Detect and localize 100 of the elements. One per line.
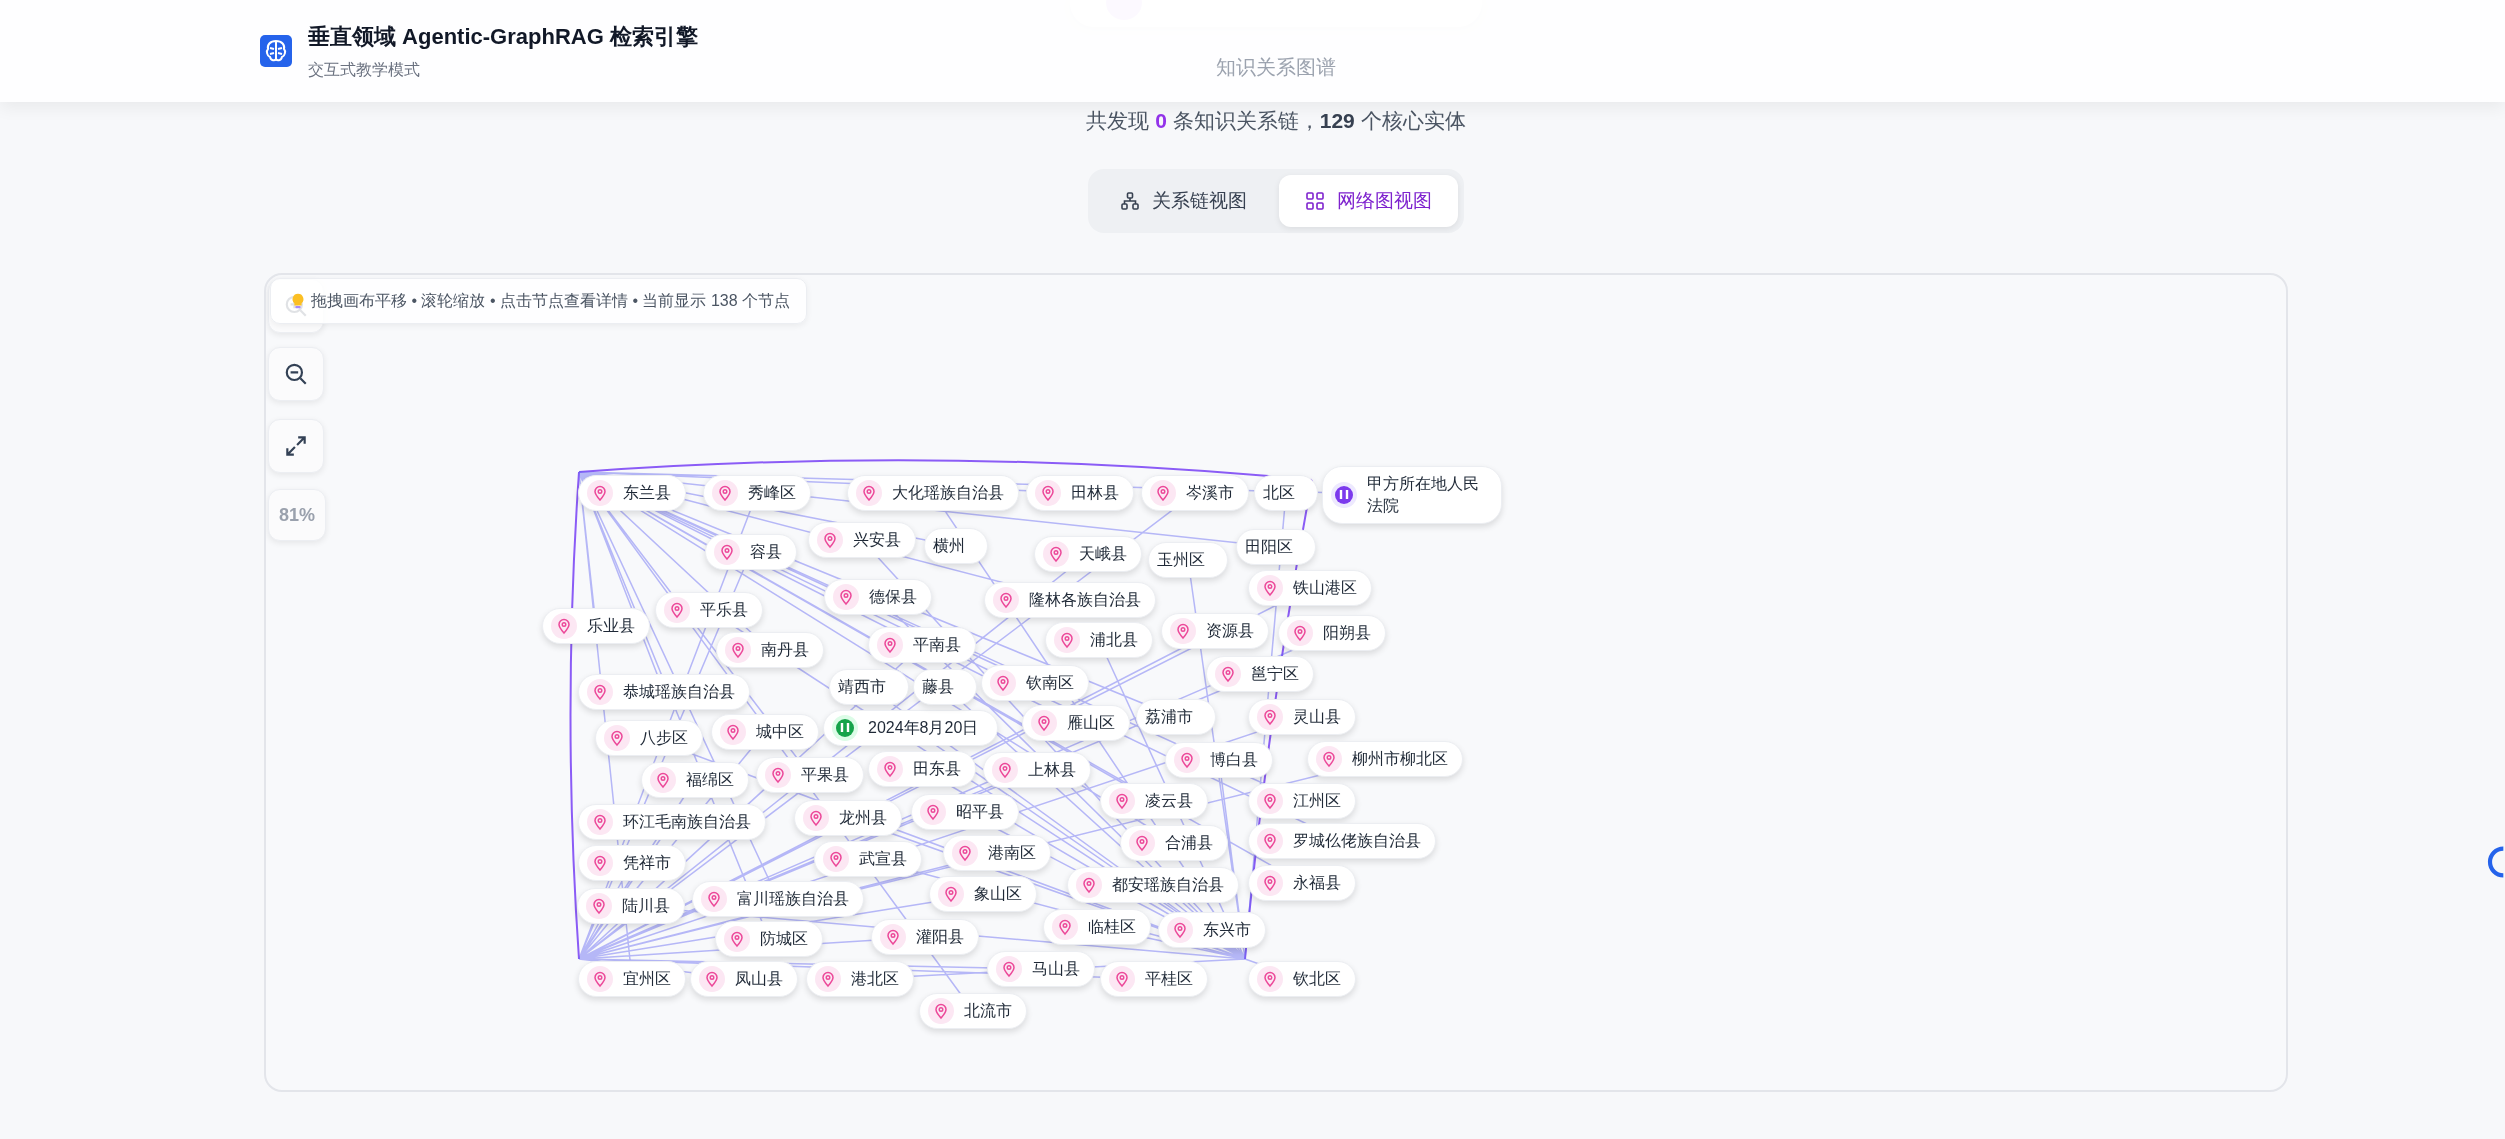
graph-node[interactable]: 大化瑶族自治县 [847,475,1019,511]
pin-icon [587,679,613,705]
pin-icon [880,924,906,950]
graph-node[interactable]: 永福县 [1248,865,1356,901]
pin-icon [877,756,903,782]
graph-node[interactable]: 阳朔县 [1278,615,1386,651]
pin-icon [1257,966,1283,992]
graph-node[interactable]: 合浦县 [1120,825,1228,861]
graph-node[interactable]: 钦南区 [981,665,1089,701]
graph-node[interactable]: 平桂区 [1100,961,1208,997]
pin-icon [720,719,746,745]
pin-icon [587,809,613,835]
graph-node[interactable]: 凭祥市 [578,845,686,881]
graph-node[interactable]: 靖西市 [829,669,909,705]
graph-node[interactable]: 平南县 [868,627,976,663]
graph-node[interactable]: 铁山港区 [1248,570,1372,606]
view-tab[interactable]: 关系链视图 [1094,175,1273,227]
pin-icon [1150,480,1176,506]
graph-node[interactable]: 柳州市柳北区 [1307,741,1463,777]
pin-icon [1035,480,1061,506]
graph-node[interactable]: 江州区 [1248,783,1356,819]
graph-node[interactable]: 博白县 [1165,742,1273,778]
graph-node[interactable]: 平果县 [756,757,864,793]
graph-node[interactable]: 2024年8月20日 [823,710,998,746]
pin-icon [765,762,791,788]
pin-icon [604,725,630,751]
pin-icon [938,881,964,907]
graph-node[interactable]: 兴安县 [808,522,916,558]
pin-icon [1287,620,1313,646]
graph-node[interactable]: 凌云县 [1100,783,1208,819]
graph-node[interactable]: 田东县 [868,751,976,787]
fit-view-button[interactable] [268,419,324,473]
graph-node[interactable]: 北区 [1254,475,1318,511]
pin-icon [833,584,859,610]
graph-node[interactable]: 陆川县 [577,888,685,924]
graph-node[interactable]: 甲方所在地人民法院 [1322,466,1502,524]
graph-node[interactable]: 罗城仫佬族自治县 [1248,823,1436,859]
graph-node[interactable]: 浦北县 [1045,622,1153,658]
graph-node[interactable]: 乐业县 [542,608,650,644]
graph-node[interactable]: 天峨县 [1034,536,1142,572]
graph-node[interactable]: 岑溪市 [1141,475,1249,511]
graph-node[interactable]: 田林县 [1026,475,1134,511]
graph-node[interactable]: 邕宁区 [1206,656,1314,692]
graph-node[interactable]: 玉州区 [1148,542,1228,578]
graph-node[interactable]: 灵山县 [1248,699,1356,735]
graph-node[interactable]: 富川瑶族自治县 [692,881,864,917]
pin-icon [817,527,843,553]
graph-node[interactable]: 港北区 [806,961,914,997]
graph-node[interactable]: 藤县 [913,669,977,705]
pin-icon [1174,747,1200,773]
pin-icon [701,886,727,912]
graph-node[interactable]: 都安瑶族自治县 [1067,867,1239,903]
graph-node[interactable]: 八步区 [595,720,703,756]
hierarchy-icon [1120,191,1140,211]
graph-node[interactable]: 德保县 [824,579,932,615]
expand-icon [283,433,309,459]
pin-icon [1167,917,1193,943]
graph-node[interactable]: 昭平县 [911,794,1019,830]
graph-node[interactable]: 东兰县 [578,475,686,511]
pin-icon [992,757,1018,783]
graph-node[interactable]: 资源县 [1161,613,1269,649]
graph-node[interactable]: 平乐县 [655,592,763,628]
graph-node[interactable]: 宜州区 [578,961,686,997]
graph-node[interactable]: 秀峰区 [703,475,811,511]
graph-node[interactable]: 隆林各族自治县 [984,582,1156,618]
pin-icon [993,587,1019,613]
graph-node[interactable]: 港南区 [943,835,1051,871]
graph-node[interactable]: 上林县 [983,752,1091,788]
graph-node[interactable]: 城中区 [711,714,819,750]
graph-node[interactable]: 福绵区 [641,762,749,798]
graph-node[interactable]: 容县 [705,534,797,570]
view-tab[interactable]: 网络图视图 [1279,175,1458,227]
graph-node[interactable]: 东兴市 [1158,912,1266,948]
graph-node[interactable]: 荔浦市 [1136,699,1216,735]
pin-icon [714,539,740,565]
pin-icon [996,956,1022,982]
pin-icon [856,480,882,506]
graph-node[interactable]: 横州 [924,528,988,564]
graph-node[interactable]: 凤山县 [690,961,798,997]
pin-icon [712,480,738,506]
pin-icon [1052,914,1078,940]
graph-node[interactable]: 南丹县 [716,632,824,668]
brain-logo-icon [260,35,292,67]
graph-node[interactable]: 恭城瑶族自治县 [578,674,750,710]
graph-node[interactable]: 武宣县 [814,841,922,877]
graph-node[interactable]: 田阳区 [1236,529,1316,565]
graph-node[interactable]: 北流市 [919,993,1027,1029]
zoom-out-icon [283,361,309,387]
graph-node[interactable]: 雁山区 [1022,705,1130,741]
graph-node[interactable]: 马山县 [987,951,1095,987]
graph-node[interactable]: 象山区 [929,876,1037,912]
graph-node[interactable]: 临桂区 [1043,909,1151,945]
graph-node[interactable]: 龙州县 [794,800,902,836]
pin-icon [1257,828,1283,854]
zoom-out-button[interactable] [268,347,324,401]
graph-node[interactable]: 灌阳县 [871,919,979,955]
graph-node[interactable]: 防城区 [715,921,823,957]
pin-icon [1076,872,1102,898]
graph-node[interactable]: 钦北区 [1248,961,1356,997]
graph-node[interactable]: 环江毛南族自治县 [578,804,766,840]
